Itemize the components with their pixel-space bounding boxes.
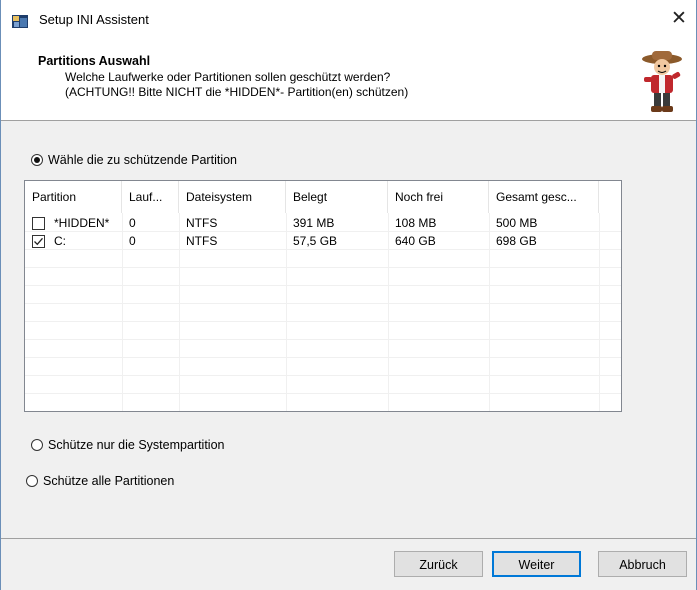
cell-free: 640 GB (395, 234, 436, 248)
grid-line (25, 321, 621, 322)
grid-line (25, 339, 621, 340)
radio-label: Schütze alle Partitionen (43, 474, 175, 488)
grid-line (25, 267, 621, 268)
radio-select-partition[interactable]: Wähle die zu schützende Partition (31, 153, 237, 167)
radio-all-partitions[interactable]: Schütze alle Partitionen (26, 474, 174, 488)
header-warning: (ACHTUNG!! Bitte NICHT die *HIDDEN*- Par… (65, 85, 409, 99)
radio-system-partition-only[interactable]: Schütze nur die Systempartition (31, 438, 224, 452)
cowboy-mascot-icon (642, 51, 682, 112)
grid-line (25, 393, 621, 394)
radio-unchecked-icon[interactable] (31, 439, 43, 451)
close-icon[interactable]: ✕ (668, 8, 690, 30)
column-header-free[interactable]: Noch frei (388, 181, 489, 213)
cell-partition: C: (54, 234, 66, 248)
grid-line (25, 303, 621, 304)
column-header-drive[interactable]: Lauf... (122, 181, 179, 213)
setup-window: Setup INI Assistent ✕ Partitions Auswahl… (0, 0, 697, 590)
column-header-partition[interactable]: Partition (25, 181, 122, 213)
partition-list[interactable]: Partition Lauf... Dateisystem Belegt Noc… (24, 180, 622, 412)
row-checkbox[interactable] (32, 217, 45, 230)
wizard-header: Partitions Auswahl Welche Laufwerke oder… (1, 40, 696, 121)
grid-line (25, 375, 621, 376)
row-checkbox[interactable] (32, 235, 45, 248)
column-header-filesystem[interactable]: Dateisystem (179, 181, 286, 213)
title-bar[interactable]: Setup INI Assistent ✕ (1, 0, 696, 40)
column-header-total[interactable]: Gesamt gesc... (489, 181, 599, 213)
cell-free: 108 MB (395, 216, 437, 230)
cell-filesystem: NTFS (186, 216, 218, 230)
page-title: Partitions Auswahl (38, 54, 151, 68)
window-title: Setup INI Assistent (39, 12, 149, 27)
radio-label: Schütze nur die Systempartition (48, 438, 225, 452)
app-icon (12, 15, 28, 28)
grid-line (599, 213, 600, 411)
cell-filesystem: NTFS (186, 234, 218, 248)
checkmark-icon (34, 237, 43, 246)
cell-partition: *HIDDEN* (54, 216, 110, 230)
cell-drive: 0 (129, 234, 136, 248)
next-button[interactable]: Weiter (492, 551, 581, 577)
radio-label: Wähle die zu schützende Partition (48, 153, 237, 167)
radio-unchecked-icon[interactable] (26, 475, 38, 487)
column-header-used[interactable]: Belegt (286, 181, 388, 213)
footer-divider (1, 538, 696, 539)
cell-total: 500 MB (496, 216, 538, 230)
grid-line (25, 357, 621, 358)
cell-total: 698 GB (496, 234, 537, 248)
cell-used: 391 MB (293, 216, 335, 230)
radio-checked-icon[interactable] (31, 154, 43, 166)
grid-line (25, 285, 621, 286)
cell-drive: 0 (129, 216, 136, 230)
header-description: Welche Laufwerke oder Partitionen sollen… (65, 70, 391, 84)
back-button[interactable]: Zurück (394, 551, 483, 577)
cancel-button[interactable]: Abbruch (598, 551, 687, 577)
cell-used: 57,5 GB (293, 234, 338, 248)
